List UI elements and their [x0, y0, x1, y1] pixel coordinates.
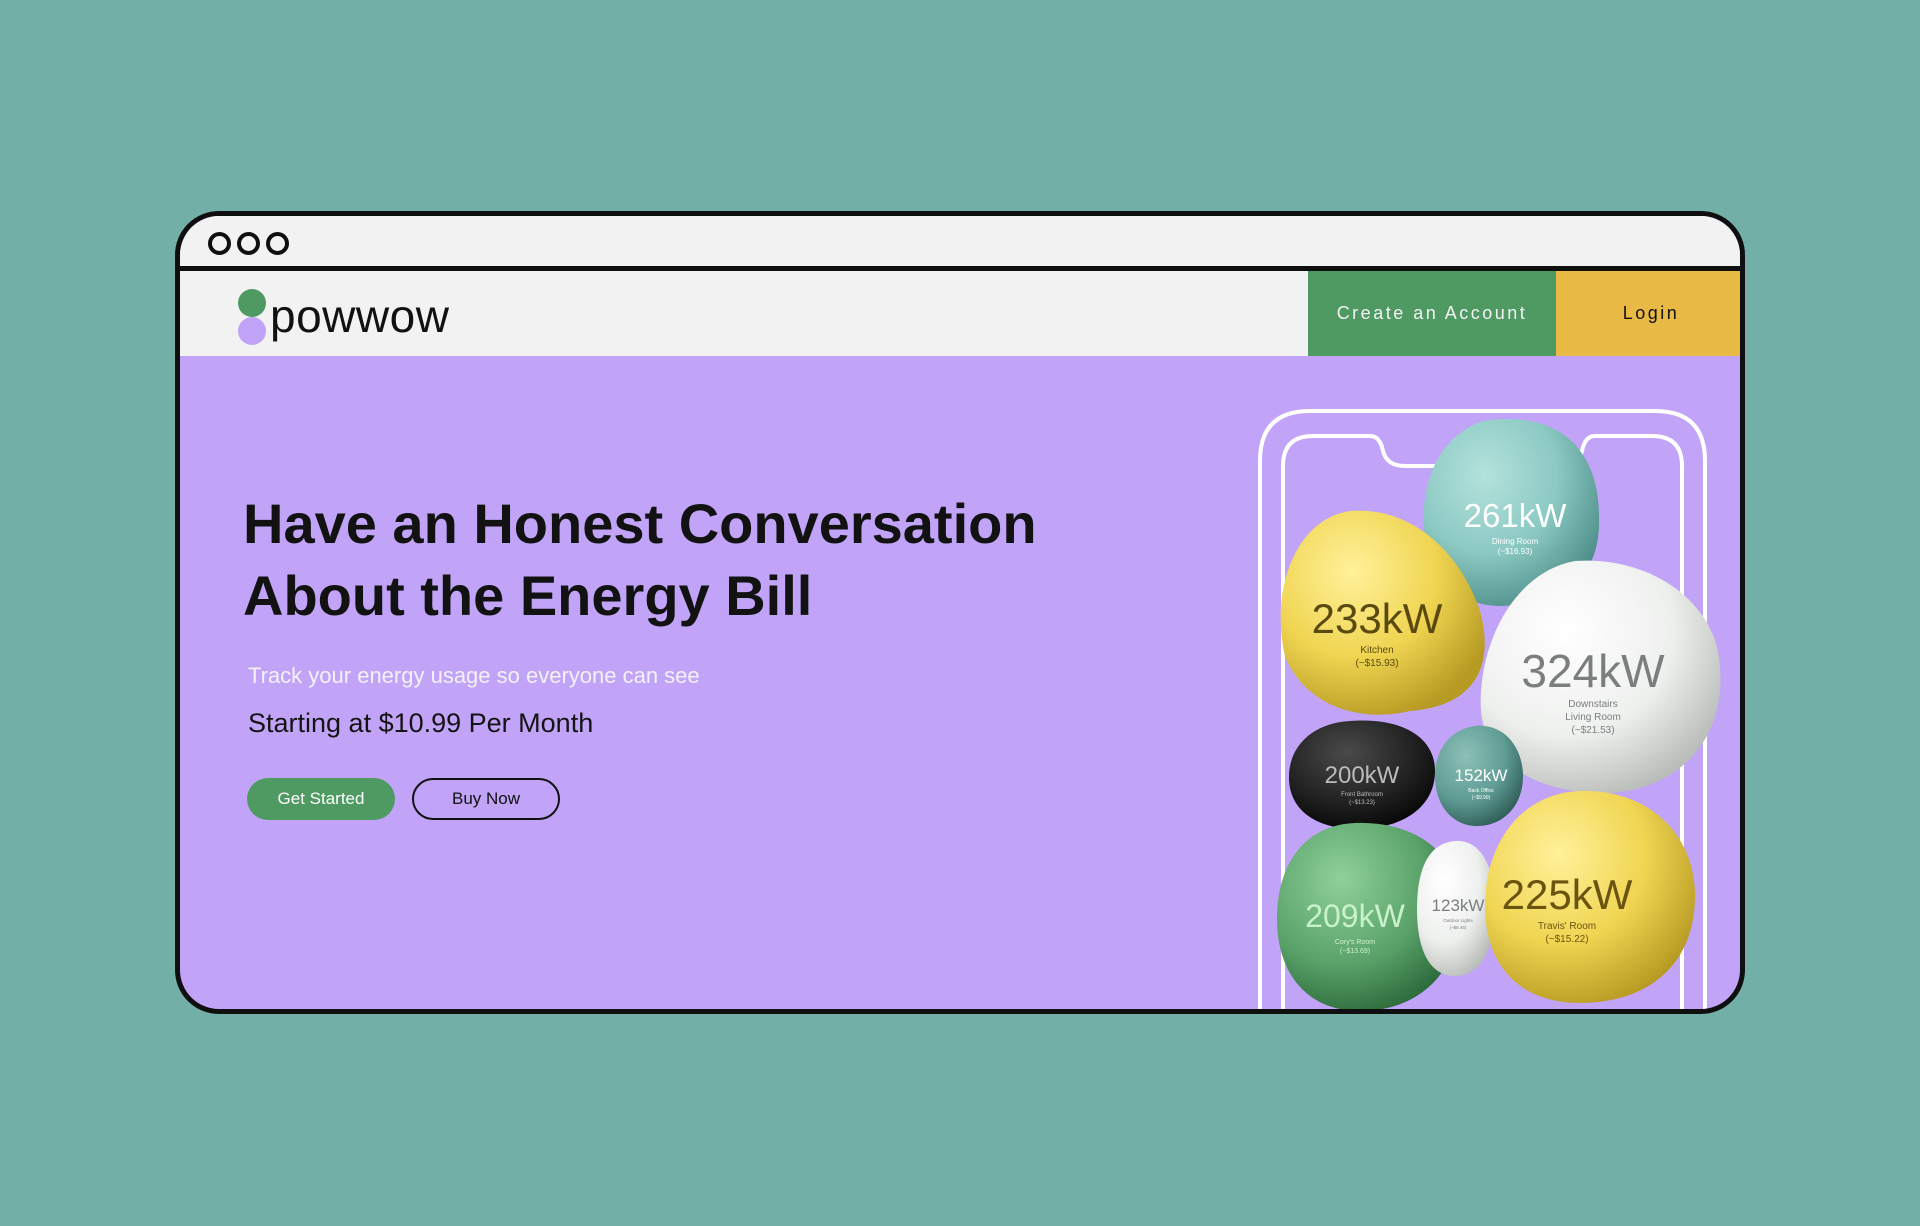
- room-kw-label: 324kW: [1521, 645, 1665, 697]
- room-cost-label: (~$21.53): [1571, 725, 1614, 736]
- pricing-text: Starting at $10.99 Per Month: [248, 708, 594, 738]
- room-kw-label: 123kW: [1432, 896, 1485, 915]
- room-kw-label: 200kW: [1325, 762, 1400, 789]
- room-kw-label: 152kW: [1455, 766, 1508, 785]
- room-cost-label: (~$15.22): [1545, 934, 1588, 945]
- room-name-label: Front Bathroom: [1341, 792, 1383, 798]
- brand-logo[interactable]: powwow: [238, 289, 478, 345]
- room-cost-label: (~$16.93): [1498, 547, 1533, 556]
- get-started-button[interactable]: Get Started: [247, 778, 395, 820]
- window-control-dot[interactable]: [237, 232, 260, 255]
- site-header: powwow Create an Account Login: [180, 271, 1740, 356]
- room-name-label: Downstairs: [1568, 699, 1617, 710]
- window-control-dot[interactable]: [208, 232, 231, 255]
- room-cost-label: (~$9.99): [1472, 795, 1491, 801]
- room-cost-label: (~$15.93): [1355, 658, 1398, 669]
- room-kw-label: 261kW: [1464, 497, 1568, 534]
- room-kw-label: 233kW: [1312, 595, 1443, 642]
- buy-now-button[interactable]: Buy Now: [412, 778, 560, 820]
- room-cost-label: (~$13.69): [1340, 948, 1370, 955]
- hero-title: Have an Honest Conversation About the En…: [243, 488, 1123, 632]
- room-name-label: Cory's Room: [1335, 939, 1375, 946]
- room-cost-label: (~$13.23): [1349, 800, 1375, 806]
- room-name-label: Travis' Room: [1538, 921, 1596, 932]
- create-account-button[interactable]: Create an Account: [1308, 271, 1556, 356]
- logo-purple-dot-icon: [238, 317, 266, 345]
- room-name-label: Dining Room: [1492, 537, 1539, 546]
- room-kw-label: 225kW: [1502, 871, 1633, 918]
- room-name-label: Kitchen: [1360, 645, 1393, 656]
- browser-window: powwow Create an Account Login Have an H…: [175, 211, 1745, 1014]
- login-button[interactable]: Login: [1556, 271, 1740, 356]
- hero-title-line: About the Energy Bill: [243, 564, 813, 627]
- hero-title-line: Have an Honest Conversation: [243, 492, 1037, 555]
- room-name-label: Living Room: [1565, 712, 1621, 723]
- room-name-label: Outdoor Lights: [1443, 918, 1473, 923]
- browser-titlebar: [180, 216, 1740, 271]
- brand-name: powwow: [270, 290, 450, 342]
- logo-green-dot-icon: [238, 289, 266, 317]
- room-kw-label: 209kW: [1305, 898, 1405, 934]
- hero-subtitle: Track your energy usage so everyone can …: [248, 663, 700, 688]
- room-name-label: Back Office: [1468, 788, 1494, 794]
- window-control-dot[interactable]: [266, 232, 289, 255]
- room-cost-label: (~$8.45): [1450, 925, 1467, 930]
- energy-usage-illustration: 261kW Dining Room (~$16.93) 233kW Kitche…: [1258, 409, 1721, 1009]
